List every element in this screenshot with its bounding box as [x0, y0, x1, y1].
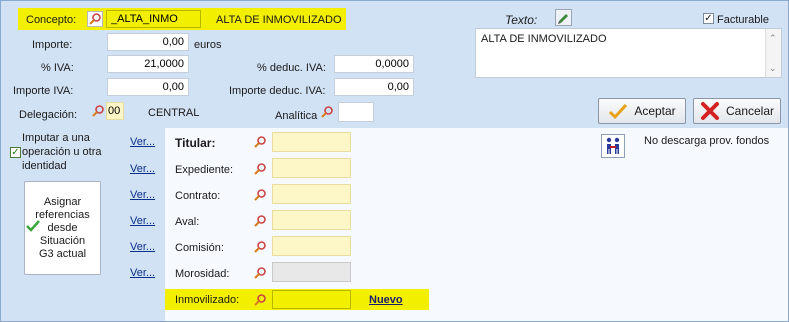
expediente-search-icon[interactable]	[252, 161, 268, 177]
delegacion-name: CENTRAL	[148, 107, 200, 119]
delegacion-label: Delegación:	[19, 109, 78, 121]
aval-search-icon[interactable]	[252, 213, 268, 229]
titular-label: Titular:	[175, 136, 216, 150]
analitica-input[interactable]	[338, 102, 374, 122]
facturable-checkbox[interactable]: ✓	[703, 13, 714, 24]
importe-unit: euros	[194, 39, 222, 51]
morosidad-input	[272, 262, 351, 282]
deduc-iva-label: % deduc. IVA:	[257, 62, 326, 74]
green-check-icon	[26, 220, 40, 232]
no-descarga-icon[interactable]	[601, 134, 625, 158]
ver-link-expediente[interactable]: Ver...	[130, 163, 155, 175]
ver-link-titular[interactable]: Ver...	[130, 136, 155, 148]
scroll-down-icon[interactable]: ⌄	[769, 63, 777, 74]
analitica-label: Analítica	[275, 110, 318, 122]
asignar-label: Asignar referencias desde Situación G3 a…	[35, 195, 90, 260]
dialog: Concepto: ALTA DE INMOVILIZADO Texto: ✓ …	[0, 0, 789, 322]
inmovilizado-input[interactable]	[272, 290, 351, 309]
aceptar-button[interactable]: Aceptar	[598, 98, 686, 124]
analitica-search-icon[interactable]	[319, 104, 335, 120]
expediente-input[interactable]	[272, 158, 351, 178]
contrato-label: Contrato:	[175, 190, 221, 202]
iva-input[interactable]	[107, 55, 189, 73]
importe-deduc-iva-input[interactable]	[334, 78, 414, 96]
scroll-up-icon[interactable]: ⌃	[769, 33, 777, 44]
texto-textarea[interactable]: ALTA DE INMOVILIZADO ⌃ ⌄	[475, 28, 782, 78]
comision-input[interactable]	[272, 236, 351, 256]
expediente-label: Expediente:	[175, 164, 234, 176]
references-panel: Titular: Expediente: Contrato: Aval: Com…	[165, 128, 788, 321]
iva-label: % IVA:	[41, 62, 74, 74]
ver-link-morosidad[interactable]: Ver...	[130, 267, 155, 279]
ver-link-contrato[interactable]: Ver...	[130, 189, 155, 201]
deduc-iva-input[interactable]	[334, 55, 414, 73]
imputar-checkbox[interactable]: ✓	[10, 147, 21, 158]
importe-label: Importe:	[32, 39, 73, 51]
no-descarga-label: No descarga prov. fondos	[644, 135, 770, 147]
edit-text-icon[interactable]	[555, 9, 572, 26]
delegacion-code-input[interactable]	[106, 102, 124, 120]
cancelar-label: Cancelar	[725, 104, 775, 118]
imputar-label: Imputar a una operación u otra identidad	[22, 132, 102, 172]
texto-scrollbar[interactable]: ⌃ ⌄	[765, 29, 781, 77]
morosidad-search-icon[interactable]	[252, 265, 268, 281]
concepto-search-icon[interactable]	[87, 11, 103, 27]
facturable-label: Facturable	[717, 14, 769, 26]
concepto-label: Concepto:	[26, 14, 77, 26]
concepto-description: ALTA DE INMOVILIZADO	[216, 14, 342, 26]
morosidad-label: Morosidad:	[175, 268, 230, 280]
texto-value: ALTA DE INMOVILIZADO	[481, 33, 607, 45]
checkmark-icon	[609, 103, 628, 120]
inmovilizado-label: Inmovilizado:	[175, 294, 240, 306]
importe-iva-label: Importe IVA:	[13, 85, 74, 97]
ver-link-aval[interactable]: Ver...	[130, 215, 155, 227]
comision-search-icon[interactable]	[252, 239, 268, 255]
aval-label: Aval:	[175, 216, 200, 228]
aceptar-label: Aceptar	[634, 104, 676, 118]
titular-search-icon[interactable]	[252, 134, 268, 150]
inmovilizado-search-icon[interactable]	[252, 292, 268, 308]
importe-iva-input[interactable]	[107, 78, 189, 96]
importe-deduc-iva-label: Importe deduc. IVA:	[229, 85, 326, 97]
ver-link-comision[interactable]: Ver...	[130, 241, 155, 253]
cancelar-button[interactable]: Cancelar	[693, 98, 781, 124]
contrato-search-icon[interactable]	[252, 187, 268, 203]
importe-input[interactable]	[107, 33, 189, 51]
concepto-code-input[interactable]	[106, 10, 201, 28]
comision-label: Comisión:	[175, 242, 224, 254]
texto-label: Texto:	[505, 13, 538, 27]
nuevo-link[interactable]: Nuevo	[369, 294, 403, 306]
contrato-input[interactable]	[272, 184, 351, 204]
delegacion-search-icon[interactable]	[90, 103, 106, 119]
titular-input[interactable]	[272, 132, 351, 152]
aval-input[interactable]	[272, 210, 351, 230]
cancel-x-icon	[700, 102, 719, 120]
